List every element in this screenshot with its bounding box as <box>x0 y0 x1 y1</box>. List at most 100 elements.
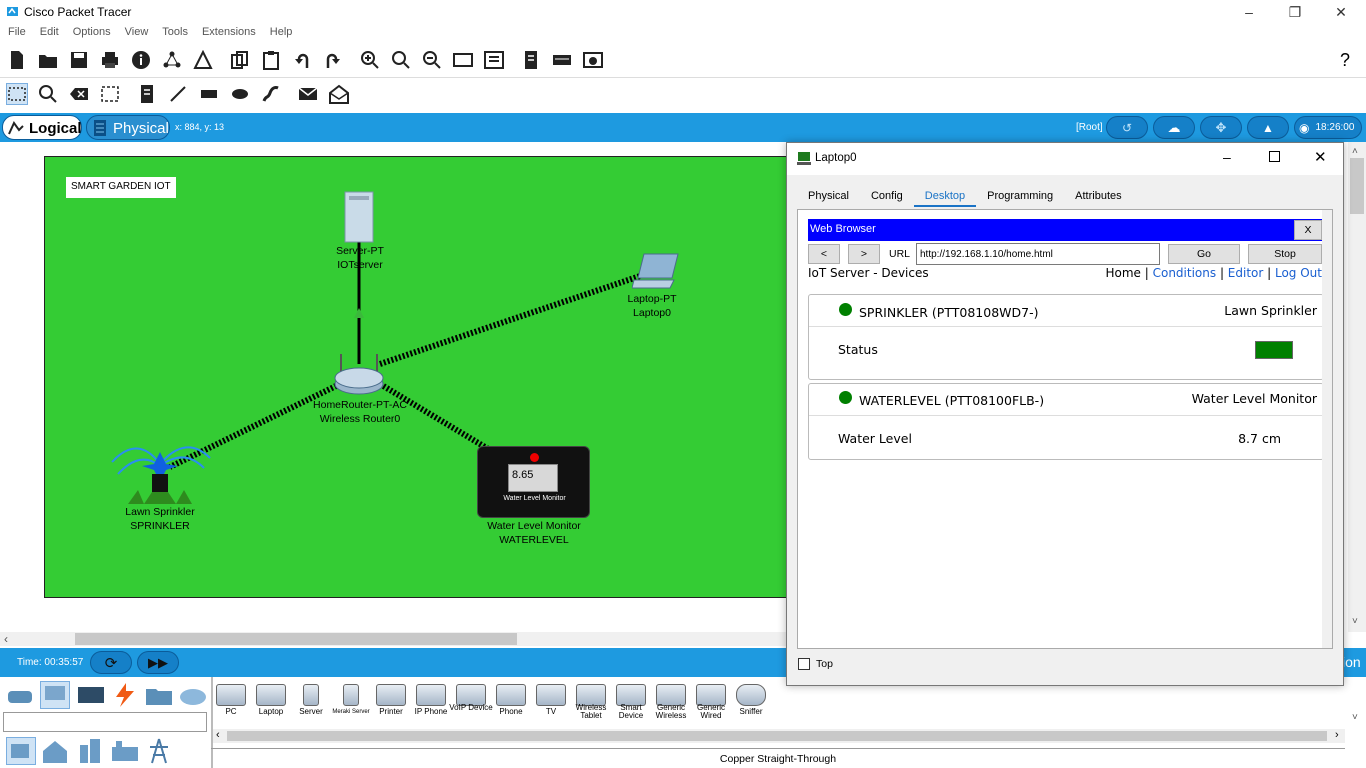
draw-rectangle-icon[interactable] <box>198 83 220 105</box>
zoom-reset-icon[interactable] <box>390 49 412 71</box>
tab-physical-device[interactable]: Physical <box>797 187 860 205</box>
network-devices-category-icon[interactable] <box>6 681 36 709</box>
device-wireless-tablet[interactable]: Wireless Tablet <box>573 682 609 720</box>
background-button[interactable]: ▲ <box>1247 116 1289 139</box>
browser-back-button[interactable]: < <box>808 244 840 264</box>
select-tool-icon[interactable] <box>6 83 28 105</box>
nav-home[interactable]: Home <box>1106 266 1141 280</box>
device-sniffer[interactable]: Sniffer <box>733 682 769 718</box>
print-icon[interactable] <box>99 49 121 71</box>
device-tv[interactable]: TV <box>533 682 569 718</box>
workspace-horizontal-scrollbar[interactable]: ‹ <box>0 632 790 646</box>
activity-wizard-icon[interactable] <box>192 49 214 71</box>
right-panel-scroll-down-icon[interactable]: ˅ <box>1352 712 1358 723</box>
sprinkler-device[interactable] <box>108 434 212 506</box>
smart-city-subcategory-icon[interactable] <box>76 737 106 765</box>
laptop-dialog-titlebar[interactable]: Laptop0 – ✕ <box>787 143 1343 175</box>
device-card[interactable]: SPRINKLER (PTT08108WD7-) Lawn Sprinkler … <box>808 294 1324 380</box>
device-list-scrollbar[interactable]: ‹ › <box>213 729 1345 743</box>
url-input[interactable]: http://192.168.1.10/home.html <box>916 243 1160 265</box>
complex-pdu-icon[interactable] <box>328 83 350 105</box>
nav-logout[interactable]: Log Out <box>1275 266 1322 280</box>
network-info-icon[interactable] <box>161 49 183 71</box>
device-generic-wired[interactable]: Generic Wired <box>693 682 729 720</box>
desktop-scrollbar[interactable] <box>1322 210 1332 648</box>
tab-physical[interactable]: Physical <box>86 115 170 140</box>
info-icon[interactable] <box>130 49 152 71</box>
device-phone[interactable]: Phone <box>493 682 529 718</box>
industrial-subcategory-icon[interactable] <box>110 737 140 765</box>
router-device[interactable] <box>333 352 385 396</box>
drawing-palette-icon[interactable] <box>452 49 474 71</box>
scroll-up-icon[interactable]: ˄ <box>1352 146 1358 157</box>
connections-category-icon[interactable] <box>110 681 140 709</box>
browser-go-button[interactable]: Go <box>1168 244 1240 264</box>
tab-attributes[interactable]: Attributes <box>1064 187 1132 205</box>
dialog-minimize-button[interactable]: – <box>1223 149 1231 165</box>
move-object-button[interactable]: ✥ <box>1200 116 1242 139</box>
vertical-scrollbar-thumb[interactable] <box>1350 158 1364 214</box>
pdu-icon[interactable] <box>582 49 604 71</box>
laptop-device[interactable] <box>631 252 682 292</box>
minimize-button[interactable]: – <box>1226 0 1272 24</box>
draw-ellipse-icon[interactable] <box>229 83 251 105</box>
dialog-maximize-button[interactable] <box>1269 151 1280 162</box>
device-printer[interactable]: Printer <box>373 682 409 718</box>
navigation-button[interactable]: ↺ <box>1106 116 1148 139</box>
tab-logical[interactable]: Logical <box>2 115 82 140</box>
scroll-left-icon[interactable]: ‹ <box>4 632 8 646</box>
components-category-icon[interactable] <box>76 681 106 709</box>
tab-desktop[interactable]: Desktop <box>913 187 977 207</box>
custom-devices-icon[interactable] <box>483 49 505 71</box>
end-devices-category-icon[interactable] <box>40 681 70 709</box>
save-icon[interactable] <box>68 49 90 71</box>
tab-programming[interactable]: Programming <box>976 187 1064 205</box>
cloud-button[interactable]: ☁ <box>1153 116 1195 139</box>
device-list-scroll-right-icon[interactable]: › <box>1335 729 1339 741</box>
top-checkbox[interactable] <box>798 658 810 670</box>
open-folder-icon[interactable] <box>37 49 59 71</box>
zoom-out-icon[interactable] <box>421 49 443 71</box>
device-list-scroll-left-icon[interactable]: ‹ <box>216 729 220 741</box>
nav-conditions[interactable]: Conditions <box>1153 266 1217 280</box>
resize-tool-icon[interactable] <box>99 83 121 105</box>
fast-forward-button[interactable]: ▶▶ <box>137 651 179 674</box>
menu-file[interactable]: File <box>0 24 32 38</box>
scroll-down-icon[interactable]: ˅ <box>1352 616 1358 627</box>
power-grid-subcategory-icon[interactable] <box>144 737 174 765</box>
end-devices-subcategory-icon[interactable] <box>6 737 36 765</box>
restore-button[interactable]: ❐ <box>1272 0 1318 24</box>
redo-icon[interactable] <box>322 49 344 71</box>
browser-forward-button[interactable]: > <box>848 244 880 264</box>
simple-pdu-icon[interactable] <box>297 83 319 105</box>
undo-icon[interactable] <box>291 49 313 71</box>
menu-help[interactable]: Help <box>262 24 299 38</box>
notes-icon[interactable] <box>520 49 542 71</box>
zoom-in-icon[interactable] <box>359 49 381 71</box>
device-card[interactable]: WATERLEVEL (PTT08100FLB-) Water Level Mo… <box>808 383 1324 460</box>
browser-close-button[interactable]: X <box>1294 220 1322 240</box>
root-label[interactable]: [Root] <box>1076 122 1103 133</box>
device-search-field[interactable] <box>3 712 207 732</box>
wireless-link-laptop[interactable] <box>379 273 641 367</box>
device-generic-wireless[interactable]: Generic Wireless <box>653 682 689 720</box>
place-note-icon[interactable] <box>136 83 158 105</box>
device-template-icon[interactable] <box>551 49 573 71</box>
device-server[interactable]: Server <box>293 682 329 718</box>
multiuser-category-icon[interactable] <box>178 681 208 709</box>
power-cycle-button[interactable]: ⟳ <box>90 651 132 674</box>
clock-button[interactable]: ◉ 18:26:00 <box>1294 116 1362 139</box>
device-list-scroll-thumb[interactable] <box>227 731 1327 741</box>
dialog-close-button[interactable]: ✕ <box>1314 148 1327 166</box>
copy-icon[interactable] <box>229 49 251 71</box>
realtime-tab-partial[interactable]: ion <box>1342 654 1361 670</box>
nav-editor[interactable]: Editor <box>1228 266 1264 280</box>
device-ip-phone[interactable]: IP Phone <box>413 682 449 718</box>
device-voip[interactable]: VoIP Device <box>449 682 493 718</box>
inspect-tool-icon[interactable] <box>37 83 59 105</box>
menu-view[interactable]: View <box>117 24 155 38</box>
menu-edit[interactable]: Edit <box>32 24 65 38</box>
help-icon[interactable]: ? <box>1340 50 1350 71</box>
freeform-icon[interactable] <box>260 83 282 105</box>
close-button[interactable]: ✕ <box>1318 0 1364 24</box>
